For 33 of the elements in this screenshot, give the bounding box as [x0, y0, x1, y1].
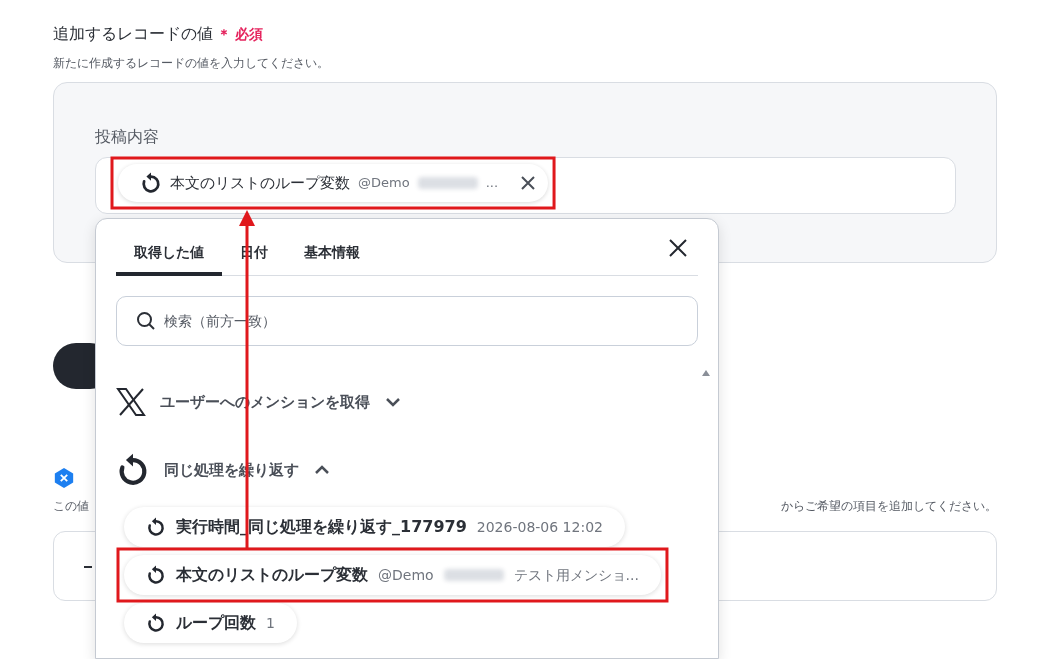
chip-label: 本文のリストのループ変数 [170, 172, 350, 194]
item-value: 1 [266, 613, 275, 633]
close-icon[interactable] [520, 175, 537, 191]
required-mark: ＊ [217, 24, 231, 44]
variable-item[interactable]: 本文のリストのループ変数 @Demo テスト用メンショ... [124, 555, 661, 595]
loop-icon [146, 517, 166, 537]
loop-icon [140, 172, 162, 194]
tab[interactable]: 取得した値 [116, 219, 222, 276]
item-value: @Demo [378, 565, 434, 585]
section-description: この値 [53, 498, 89, 515]
dash-icon [84, 564, 92, 569]
section-description: 新たに作成するレコードの値を入力してください。 [53, 55, 330, 72]
required-label: 必須 [235, 24, 263, 44]
app-icon [53, 467, 75, 489]
tab[interactable]: 基本情報 [286, 219, 378, 276]
field-label: 投稿内容 [95, 126, 160, 148]
item-value: テスト用メンショ... [513, 565, 639, 585]
chip-value: @Demo [358, 174, 410, 193]
item-value: 2026-08-06 12:02 [476, 517, 603, 537]
variable-chip[interactable]: 本文のリストのループ変数 @Demo ... [118, 164, 549, 202]
variable-item[interactable]: ループ回数 1 [124, 603, 297, 643]
close-icon [668, 237, 688, 258]
loop-icon [146, 613, 166, 633]
x-logo-icon [116, 388, 146, 416]
chip-ellipsis: ... [485, 174, 499, 193]
item-label: ループ回数 [176, 612, 256, 634]
blurred-text [417, 177, 478, 189]
loop-icon [146, 565, 166, 585]
item-label: 本文のリストのループ変数 [176, 564, 368, 586]
scroll-up-icon[interactable] [700, 369, 712, 377]
section-title: 追加するレコードの値 [53, 23, 213, 45]
section-description: からご希望の項目を追加してください。 [781, 498, 997, 515]
input-field[interactable]: 本文のリストのループ変数 @Demo ... [95, 157, 956, 214]
